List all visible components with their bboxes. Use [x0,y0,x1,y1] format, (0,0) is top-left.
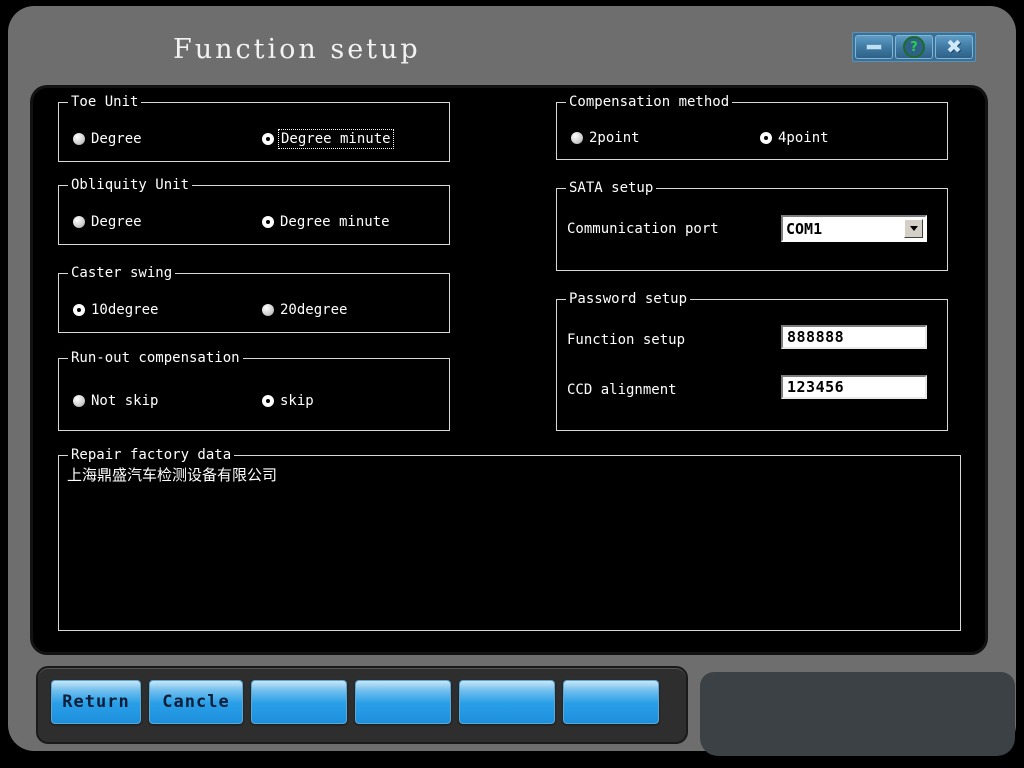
group-compensation-method: Compensation method 2point 4point [556,94,948,160]
toolbar-button-6[interactable] [563,680,659,724]
group-title-runout-compensation: Run-out compensation [68,350,243,366]
repair-factory-text[interactable]: 上海鼎盛汽车检测设备有限公司 [67,466,277,484]
group-password-setup: Password setup Function setup 888888 CCD… [556,291,948,431]
radio-label: skip [280,393,314,409]
group-title-password-setup: Password setup [566,291,691,307]
communication-port-value: COM1 [786,219,823,238]
radio-label: Not skip [91,393,159,409]
radio-compensation-2point[interactable]: 2point [571,130,640,146]
radio-label: 4point [778,130,829,146]
radio-runout-skip[interactable]: skip [262,393,314,409]
application-window: Function setup ? ✖ Toe Unit Degree Degre… [0,0,1024,768]
radio-on-icon [262,133,274,145]
radio-label: Degree minute [278,129,394,149]
radio-off-icon [262,304,274,316]
radio-off-icon [73,395,85,407]
minimize-icon [866,44,882,50]
bottom-toolbar: Return Cancle [36,666,688,744]
radio-off-icon [73,216,85,228]
group-title-toe-unit: Toe Unit [68,94,142,110]
radio-compensation-4point[interactable]: 4point [760,130,829,146]
bottom-right-panel [700,672,1015,756]
group-sata-setup: SATA setup Communication port COM1 [556,180,948,271]
group-title-compensation-method: Compensation method [566,94,733,110]
radio-label: 10degree [91,302,159,318]
toolbar-button-4[interactable] [355,680,451,724]
help-icon: ? [903,36,925,58]
group-repair-factory-data: Repair factory data 上海鼎盛汽车检测设备有限公司 [58,447,961,631]
radio-toe-degree[interactable]: Degree [73,131,142,147]
function-setup-password-label: Function setup [567,332,686,348]
group-title-caster-swing: Caster swing [68,265,176,281]
radio-caster-10degree[interactable]: 10degree [73,302,158,318]
group-title-sata-setup: SATA setup [566,180,657,196]
radio-label: 20degree [280,302,348,318]
radio-obliquity-degree-minute[interactable]: Degree minute [262,214,390,230]
radio-label: 2point [589,130,640,146]
chevron-down-icon[interactable] [904,219,923,238]
group-caster-swing: Caster swing 10degree 20degree [58,265,450,333]
radio-on-icon [262,216,274,228]
function-setup-password-input[interactable]: 888888 [781,325,927,349]
group-toe-unit: Toe Unit Degree Degree minute [58,94,450,162]
return-button[interactable]: Return [51,680,141,724]
minimize-button[interactable] [855,35,893,59]
radio-obliquity-degree[interactable]: Degree [73,214,142,230]
radio-on-icon [760,132,772,144]
toolbar-button-5[interactable] [459,680,555,724]
toolbar-button-3[interactable] [251,680,347,724]
radio-label: Degree [91,131,142,147]
cancel-button-label: Cancle [162,692,230,712]
cancel-button[interactable]: Cancle [149,680,243,724]
group-title-repair-factory-data: Repair factory data [68,447,235,463]
radio-label: Degree minute [280,214,390,230]
close-button[interactable]: ✖ [935,35,973,59]
window-controls: ? ✖ [852,32,976,62]
radio-off-icon [571,132,583,144]
help-button[interactable]: ? [895,35,933,59]
ccd-alignment-password-label: CCD alignment [567,382,677,398]
ccd-alignment-password-input[interactable]: 123456 [781,375,927,399]
group-title-obliquity-unit: Obliquity Unit [68,177,193,193]
ccd-alignment-password-value: 123456 [787,378,845,396]
radio-toe-degree-minute[interactable]: Degree minute [262,129,394,149]
radio-on-icon [73,304,85,316]
return-button-label: Return [62,692,130,712]
communication-port-label: Communication port [567,221,719,237]
content-board: Toe Unit Degree Degree minute Obliquity … [33,88,985,652]
title-bar: Function setup ? ✖ [8,6,1016,88]
close-icon: ✖ [946,35,962,58]
group-obliquity-unit: Obliquity Unit Degree Degree minute [58,177,450,245]
radio-on-icon [262,395,274,407]
radio-runout-not-skip[interactable]: Not skip [73,393,158,409]
radio-label: Degree [91,214,142,230]
radio-caster-20degree[interactable]: 20degree [262,302,347,318]
function-setup-password-value: 888888 [787,328,845,346]
page-title: Function setup [173,34,421,65]
communication-port-select[interactable]: COM1 [781,215,927,242]
radio-off-icon [73,133,85,145]
group-runout-compensation: Run-out compensation Not skip skip [58,350,450,431]
